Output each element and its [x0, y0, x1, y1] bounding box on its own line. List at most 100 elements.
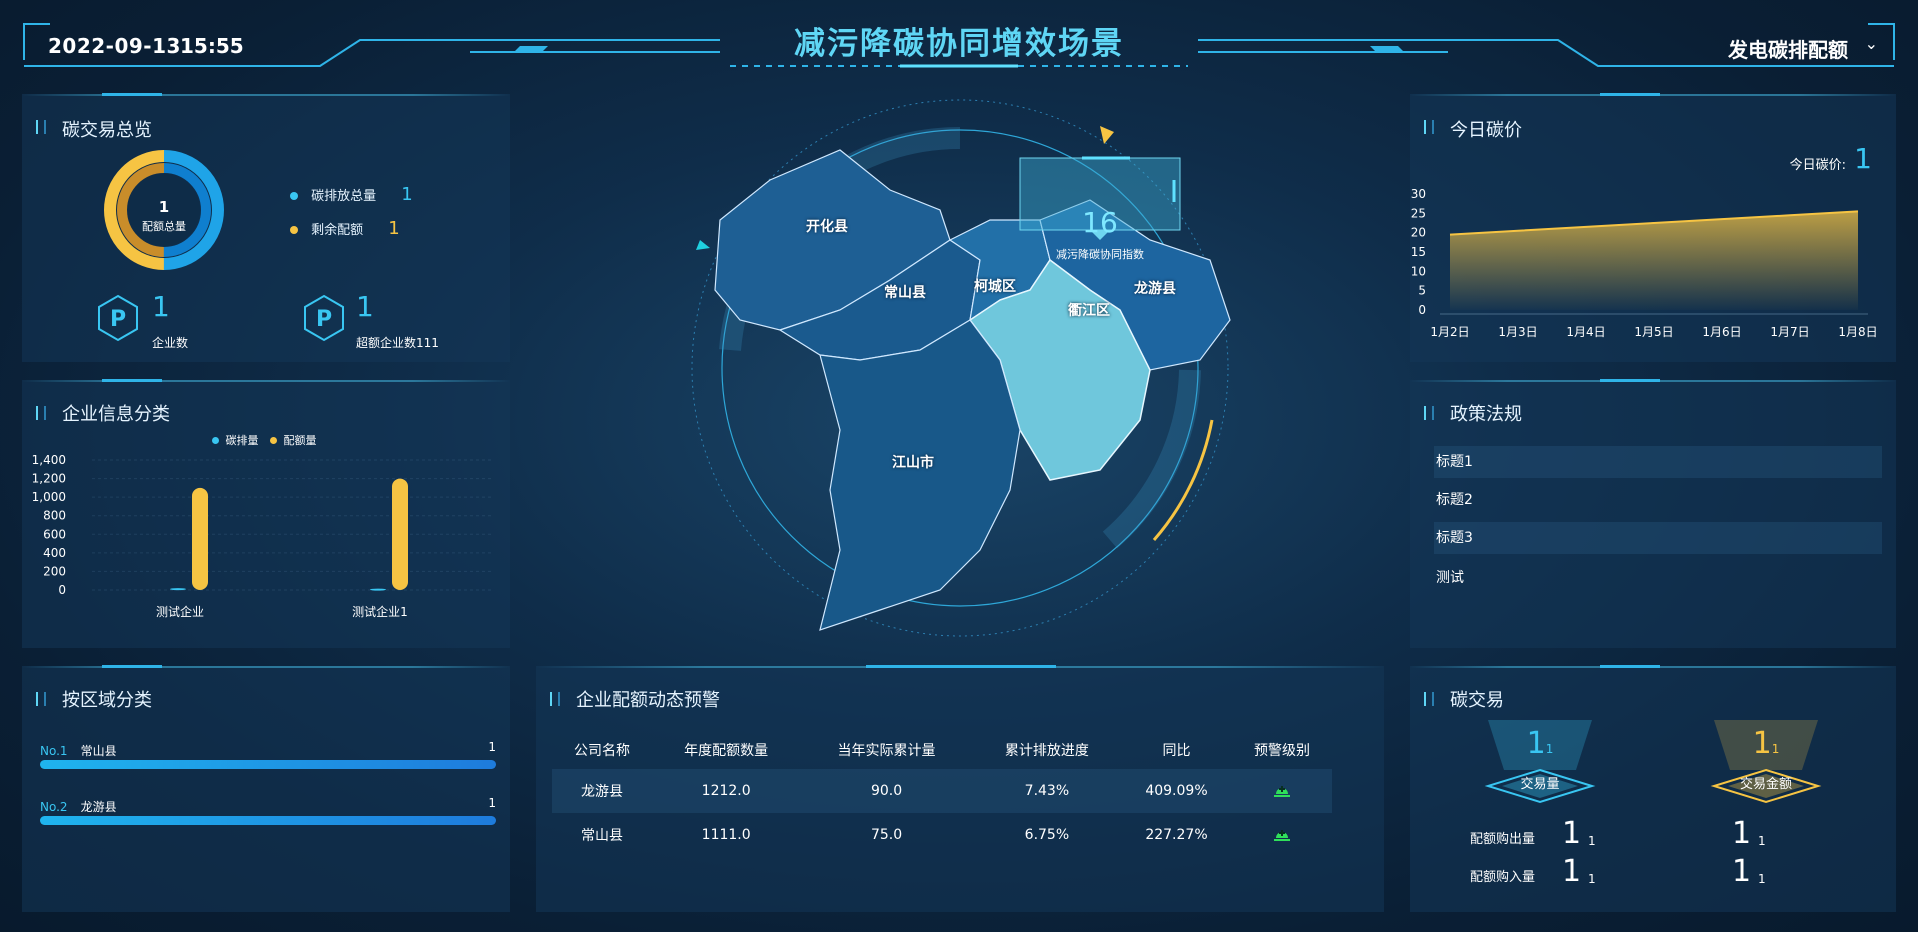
trade-amount-value: 11	[1706, 726, 1826, 761]
panel-title: 今日碳价	[1450, 120, 1522, 141]
sub-value: 1	[1771, 742, 1780, 756]
cell-level	[1232, 769, 1332, 813]
legend-label: 碳排放总量	[311, 189, 377, 204]
trade-volume-value: 11	[1480, 726, 1600, 761]
carbon-overview-panel: 碳交易总览 1 配额总量 碳排放总量 1 剩余配额 1 P 1 企业数 P 1 …	[22, 93, 510, 362]
panel-title-marker	[550, 692, 560, 706]
panel-title: 碳交易	[1450, 690, 1504, 711]
row-value-1: 1	[1562, 854, 1582, 889]
map-label-changshan[interactable]: 常山县	[884, 282, 926, 302]
map-label-kecheng[interactable]: 柯城区	[974, 276, 1016, 296]
panel-top-line	[22, 94, 510, 96]
y-tick-label: 15	[1411, 245, 1426, 259]
column-header: 累计排放进度	[1004, 743, 1089, 759]
map-label-longyou[interactable]: 龙游县	[1134, 278, 1176, 298]
value: 1	[1526, 726, 1546, 761]
x-tick-label: 1月5日	[1634, 325, 1673, 339]
map-label-jiangshan[interactable]: 江山市	[892, 452, 934, 472]
cell-company: 龙游县	[581, 784, 623, 800]
row-value-2: 1	[1732, 854, 1752, 889]
x-tick-label: 1月8日	[1838, 325, 1877, 339]
row-label: 配额购出量	[1470, 832, 1536, 847]
region-name: 常山县	[80, 744, 117, 758]
value: 1	[1752, 726, 1772, 761]
enterprise-bar-chart: 1,400 1,200 1,000 800 600 400 200 0 测试企业 测试企业1	[32, 453, 492, 619]
panel-top-line	[22, 666, 510, 668]
x-tick-label: 测试企业	[156, 604, 204, 619]
today-price-value: 1	[1854, 142, 1872, 175]
column-header: 当年实际累计量	[837, 743, 936, 759]
region-rank: No.1	[40, 744, 68, 758]
policy-item[interactable]: 标题3	[1434, 522, 1882, 554]
x-tick-label: 1月2日	[1430, 325, 1469, 339]
column-header: 同比	[1162, 743, 1191, 759]
y-tick-label: 1,200	[32, 472, 66, 486]
today-price-label: 今日碳价:	[1789, 158, 1846, 173]
table-row[interactable]: 龙游县 1212.0 90.0 7.43% 409.09%	[552, 769, 1332, 813]
policy-item[interactable]: 标题2	[1434, 484, 1882, 516]
parking-hexagon-icon: P	[304, 294, 344, 342]
region-value: 1	[488, 740, 496, 754]
panel-title: 企业信息分类	[62, 404, 170, 425]
sub-value: 1	[1545, 742, 1554, 756]
chevron-down-icon[interactable]: ⌄	[1865, 34, 1878, 53]
table-header-row: 公司名称 年度配额数量 当年实际累计量 累计排放进度 同比 预警级别	[552, 731, 1332, 769]
column-header: 公司名称	[574, 743, 630, 759]
region-item: No.1 常山县 1	[40, 740, 496, 759]
y-tick-label: 25	[1411, 206, 1426, 220]
excess-enterprise-count: 1	[356, 290, 374, 323]
excess-enterprise-label: 超额企业数111	[356, 336, 439, 350]
cell-progress: 7.43%	[1024, 783, 1070, 799]
panel-top-accent	[102, 93, 162, 96]
legend-dot	[290, 192, 298, 200]
bar	[392, 478, 408, 590]
enterprise-class-panel: 企业信息分类 碳排量 配额量 1,400 1,200 1,000 800 600 400 2…	[22, 379, 510, 648]
panel-top-accent	[102, 665, 162, 668]
region-progress-bar	[40, 816, 496, 825]
y-tick-label: 1,000	[32, 490, 66, 504]
row-value-2: 1	[1732, 816, 1752, 851]
page-title: 减污降碳协同增效场景	[794, 26, 1124, 62]
warning-table: 公司名称 年度配额数量 当年实际累计量 累计排放进度 同比 预警级别 龙游县 1…	[552, 731, 1332, 857]
bar	[170, 588, 186, 591]
row-sub-1: 1	[1588, 872, 1596, 886]
region-class-panel: 按区域分类 No.1 常山县 1 No.2 龙游县 1	[22, 665, 510, 912]
legend-item-emission: 碳排放总量 1	[290, 184, 413, 205]
y-tick-label: 400	[43, 546, 66, 560]
x-tick-label: 1月4日	[1566, 325, 1605, 339]
panel-top-accent	[1600, 93, 1660, 96]
carbon-price-panel: 今日碳价 今日碳价: 1 30 25 20 15 10 5 0 1月2日 1月3日 1月4日 1月5…	[1410, 93, 1896, 362]
sell-row: 配额购出量 1 1 1 1	[1470, 816, 1890, 852]
x-tick-label: 1月6日	[1702, 325, 1741, 339]
y-tick-label: 30	[1411, 187, 1426, 201]
index-label: 减污降碳协同指数	[1056, 248, 1144, 261]
row-sub-2: 1	[1758, 872, 1766, 886]
policy-item[interactable]: 测试	[1434, 562, 1882, 594]
legend-value: 1	[388, 218, 400, 239]
table-row[interactable]: 常山县 1111.0 75.0 6.75% 227.27%	[552, 813, 1332, 857]
bar	[192, 487, 208, 590]
legend-label: 剩余配额	[311, 223, 364, 238]
region-rank: No.2	[40, 800, 68, 814]
y-tick-label: 1,400	[32, 453, 66, 467]
y-tick-label: 600	[43, 527, 66, 541]
panel-title: 政策法规	[1450, 404, 1522, 425]
green-alert-icon	[1273, 786, 1290, 797]
map-graphic	[691, 99, 1231, 637]
region-value: 1	[488, 796, 496, 810]
dataset-selector[interactable]: 发电碳排配额	[1728, 34, 1848, 63]
bar	[370, 588, 386, 591]
map-label-qujiang[interactable]: 衢江区	[1068, 300, 1110, 320]
panel-title-marker	[1424, 692, 1434, 706]
cell-quota: 1111.0	[701, 827, 751, 843]
region-name: 龙游县	[80, 800, 117, 814]
trade-volume-label: 交易量	[1520, 777, 1560, 792]
policy-item[interactable]: 标题1	[1434, 446, 1882, 478]
price-area	[1450, 211, 1858, 310]
carbon-trade-panel: 碳交易 11 交易量 11 交易金额 配额购出量 1 1 1 1 配额购入量 1…	[1410, 665, 1896, 912]
index-value: 16	[1082, 206, 1118, 239]
panel-top-accent	[102, 379, 162, 382]
panel-title-marker	[1424, 406, 1434, 420]
map-label-kaihua[interactable]: 开化县	[806, 216, 848, 236]
cell-yoy: 409.09%	[1145, 783, 1208, 799]
